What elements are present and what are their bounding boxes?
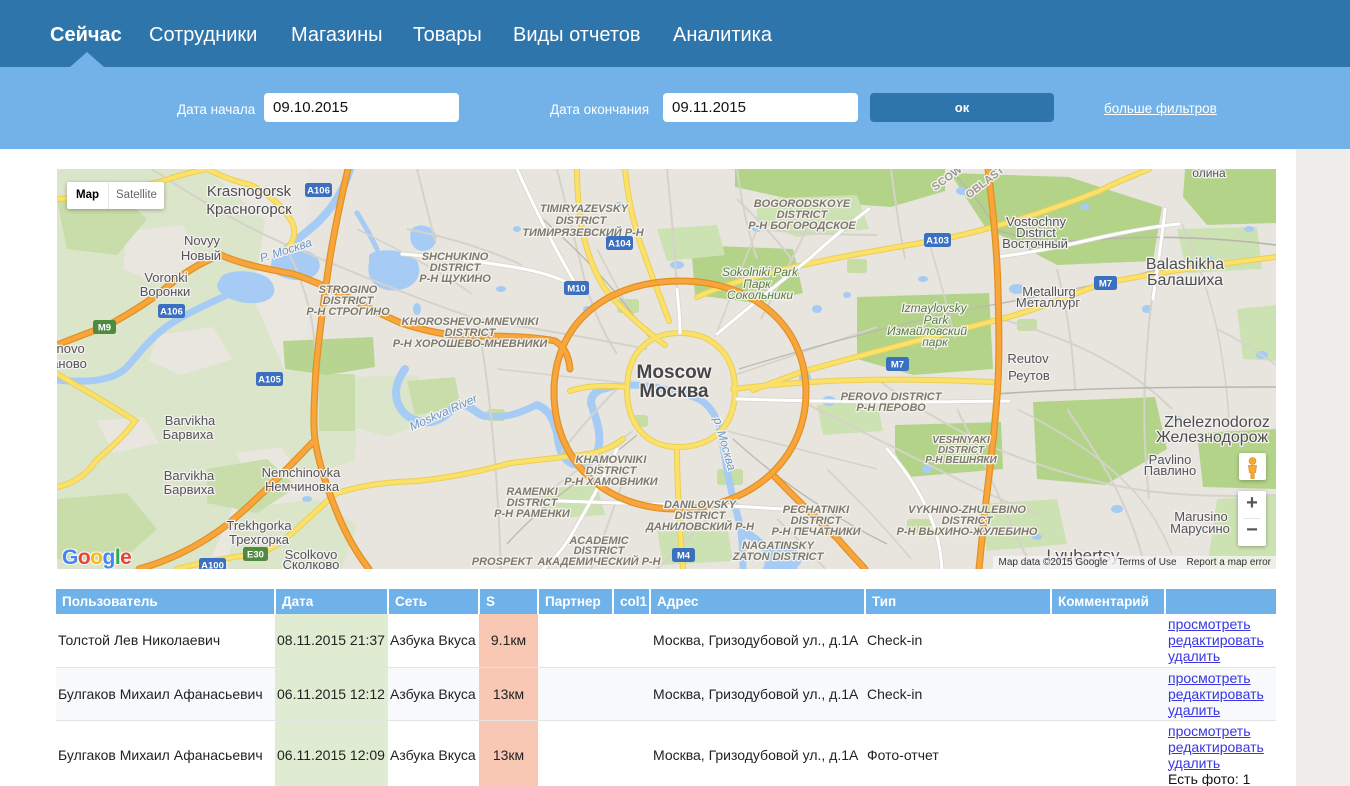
svg-text:ДАНИЛОВСКИЙ Р-Н: ДАНИЛОВСКИЙ Р-Н bbox=[645, 520, 755, 533]
svg-text:Nemchinovka: Nemchinovka bbox=[262, 465, 342, 480]
svg-text:Р-Н ПЕРОВО: Р-Н ПЕРОВО bbox=[856, 402, 926, 414]
svg-text:Воронки: Воронки bbox=[140, 284, 191, 299]
svg-text:anovo: anovo bbox=[57, 341, 85, 356]
svg-text:Krasnogorsk: Krasnogorsk bbox=[207, 183, 292, 200]
svg-text:DISTRICT: DISTRICT bbox=[556, 215, 608, 227]
svg-text:PROSPEKT: PROSPEKT bbox=[472, 556, 534, 568]
svg-text:Железнодорож: Железнодорож bbox=[1156, 429, 1268, 446]
svg-text:Павлино: Павлино bbox=[1144, 463, 1196, 478]
svg-text:M7: M7 bbox=[1099, 279, 1112, 290]
svg-text:АКАДЕМИЧЕСКИЙ Р-Н: АКАДЕМИЧЕСКИЙ Р-Н bbox=[536, 555, 661, 568]
svg-text:аново: аново bbox=[57, 356, 87, 371]
svg-text:Сокольники: Сокольники bbox=[727, 288, 793, 302]
svg-text:A104: A104 bbox=[608, 239, 631, 250]
svg-text:A106: A106 bbox=[160, 307, 183, 318]
svg-text:Voronki: Voronki bbox=[144, 270, 187, 285]
svg-text:M10: M10 bbox=[567, 284, 585, 295]
svg-text:Красногорск: Красногорск bbox=[206, 201, 292, 218]
svg-text:Р-Н ЩУКИНО: Р-Н ЩУКИНО bbox=[419, 273, 491, 285]
svg-text:Р-Н БОГОРОДСКОЕ: Р-Н БОГОРОДСКОЕ bbox=[748, 220, 856, 232]
svg-text:Немчиновка: Немчиновка bbox=[265, 479, 340, 494]
svg-text:A106: A106 bbox=[307, 186, 330, 197]
svg-text:A105: A105 bbox=[258, 375, 281, 386]
svg-text:Balashikha: Balashikha bbox=[1146, 256, 1224, 273]
svg-text:олина: олина bbox=[1192, 169, 1226, 180]
svg-text:TIMIRYAZEVSKY: TIMIRYAZEVSKY bbox=[540, 203, 630, 215]
svg-text:Москва: Москва bbox=[639, 381, 709, 402]
svg-text:Металлург: Металлург bbox=[1016, 295, 1081, 310]
svg-text:Марусино: Марусино bbox=[1170, 521, 1230, 536]
svg-text:Р-Н ХОРОШЕВО-МНЕВНИКИ: Р-Н ХОРОШЕВО-МНЕВНИКИ bbox=[393, 338, 549, 350]
svg-text:Р-Н ВЫХИНО-ЖУЛЕБИНО: Р-Н ВЫХИНО-ЖУЛЕБИНО bbox=[897, 526, 1038, 538]
svg-text:Trekhgorka: Trekhgorka bbox=[226, 518, 292, 533]
svg-text:парк: парк bbox=[922, 335, 949, 349]
svg-text:Barvikha: Barvikha bbox=[165, 413, 216, 428]
svg-text:A100: A100 bbox=[201, 561, 224, 570]
svg-text:Р-Н РАМЕНКИ: Р-Н РАМЕНКИ bbox=[494, 508, 571, 520]
svg-text:Реутов: Реутов bbox=[1008, 368, 1050, 383]
svg-text:Barvikha: Barvikha bbox=[164, 468, 215, 483]
svg-text:Новый: Новый bbox=[181, 248, 221, 263]
svg-text:Novyy: Novyy bbox=[184, 233, 221, 248]
svg-text:Р-Н СТРОГИНО: Р-Н СТРОГИНО bbox=[306, 306, 390, 318]
svg-text:Сколково: Сколково bbox=[283, 557, 340, 569]
svg-text:Reutov: Reutov bbox=[1007, 351, 1049, 366]
svg-text:ZATON DISTRICT: ZATON DISTRICT bbox=[732, 551, 825, 563]
svg-text:Восточный: Восточный bbox=[1002, 236, 1068, 251]
svg-text:Барвиха: Барвиха bbox=[164, 482, 216, 497]
svg-text:Барвиха: Барвиха bbox=[163, 427, 215, 442]
svg-text:E30: E30 bbox=[247, 550, 264, 561]
svg-text:M7: M7 bbox=[891, 360, 904, 371]
svg-text:A103: A103 bbox=[926, 236, 949, 247]
svg-text:Р-Н ПЕЧАТНИКИ: Р-Н ПЕЧАТНИКИ bbox=[771, 526, 861, 538]
svg-text:M4: M4 bbox=[677, 551, 691, 562]
svg-text:Трехгорка: Трехгорка bbox=[229, 532, 290, 547]
svg-text:M9: M9 bbox=[98, 323, 111, 334]
svg-text:Moscow: Moscow bbox=[637, 362, 712, 383]
svg-text:Р-Н ВЕШНЯКИ: Р-Н ВЕШНЯКИ bbox=[925, 455, 997, 466]
svg-text:Балашиха: Балашиха bbox=[1147, 272, 1223, 289]
svg-text:Р-Н ХАМОВНИКИ: Р-Н ХАМОВНИКИ bbox=[564, 476, 659, 488]
